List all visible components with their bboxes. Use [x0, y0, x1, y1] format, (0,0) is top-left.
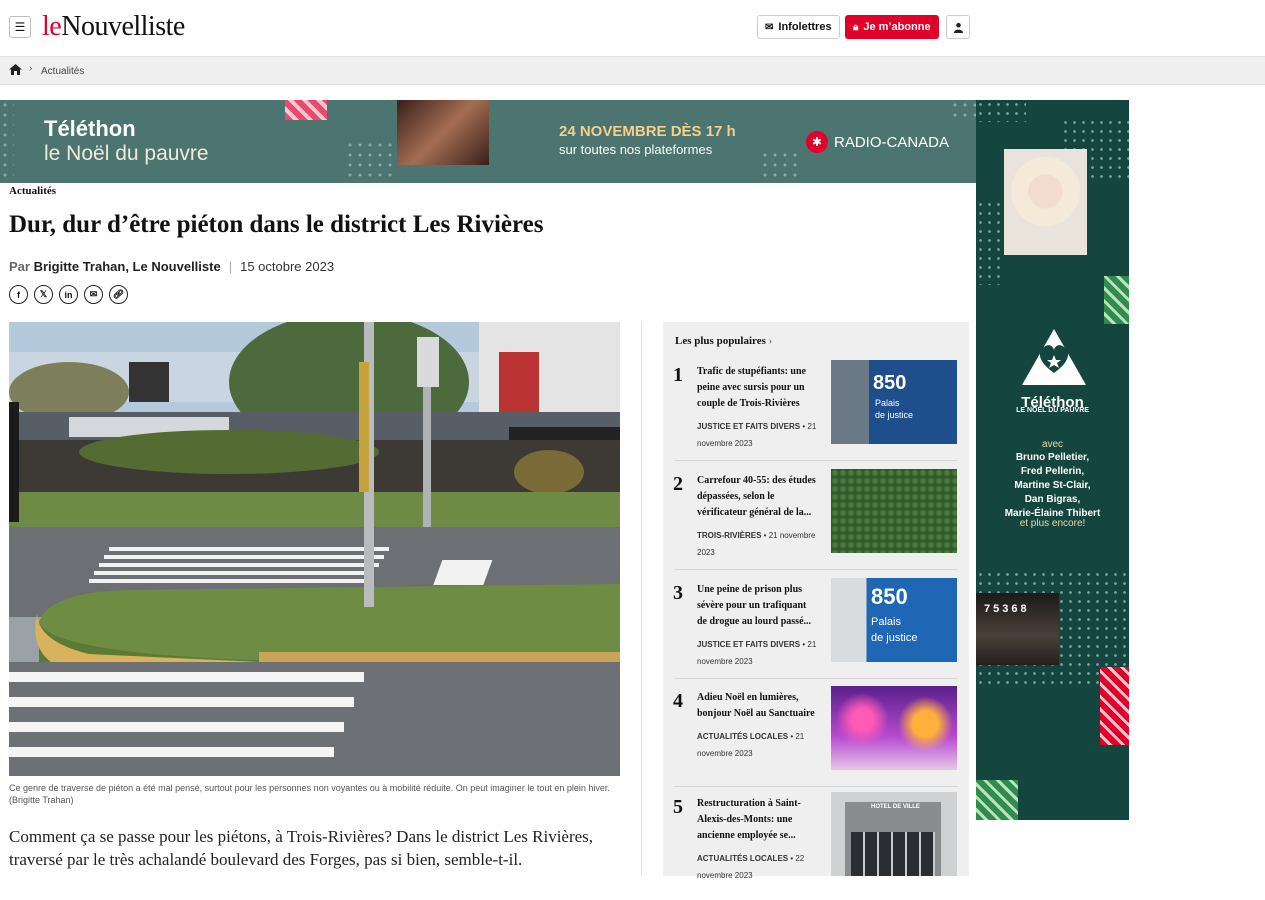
side-ad-more: et plus encore!: [1019, 518, 1086, 529]
photo-credit: (Brigitte Trahan): [9, 795, 74, 805]
ad-pattern: [345, 140, 395, 183]
ad-network: ✱ RADIO-CANADA: [806, 131, 949, 153]
chevron-right-icon: ›: [768, 335, 773, 347]
article-lede: Comment ça se passe pour les piétons, à …: [9, 827, 594, 869]
byline-prefix: Par: [9, 259, 30, 274]
envelope-icon: ✉: [765, 21, 774, 33]
ad-pattern: [760, 150, 800, 183]
popular-item-meta: ACTUALITÉS LOCALES • 22 novembre 2023: [697, 854, 805, 880]
column-divider: [641, 322, 642, 876]
email-icon[interactable]: ✉: [84, 285, 103, 304]
ad-subtitle: le Noël du pauvre: [44, 142, 209, 165]
item-divider: [675, 569, 957, 570]
popular-item-thumbnail[interactable]: 850 Palais de justice: [831, 360, 957, 444]
popular-item[interactable]: 1 Trafic de stupéfiants: une peine avec …: [663, 360, 969, 468]
popular-rank: 1: [673, 364, 683, 386]
popular-item-thumbnail[interactable]: [831, 469, 957, 553]
popular-item[interactable]: 3 Une peine de prison plus sévère pour u…: [663, 578, 969, 686]
byline: Par Brigitte Trahan, Le Nouvelliste | 15 o…: [9, 259, 334, 274]
ad-stripe: [1104, 276, 1129, 324]
popular-item[interactable]: 5 Restructuration à Saint-Alexis-des-Mon…: [663, 792, 969, 900]
side-ad[interactable]: Téléthon LE NOËL DU PAUVRE avec Bruno Pe…: [976, 100, 1129, 820]
site-header: ☰ leNouvelliste ✉ Infolettres 🔒︎ Je m’ab…: [0, 0, 1265, 57]
byline-divider: |: [228, 259, 233, 274]
popular-rank: 3: [673, 582, 683, 604]
item-divider: [675, 786, 957, 787]
popular-item-title[interactable]: Une peine de prison plus sévère pour un …: [697, 582, 817, 630]
site-logo[interactable]: leNouvelliste: [42, 11, 185, 43]
side-ad-subtitle: LE NOËL DU PAUVRE: [1016, 407, 1089, 414]
subscribe-label: Je m’abonne: [863, 21, 931, 33]
popular-rank: 5: [673, 796, 683, 818]
ad-stripe: [976, 780, 1018, 820]
ad-title: Téléthon: [44, 116, 136, 141]
link-icon[interactable]: 🔗︎: [109, 285, 128, 304]
item-divider: [675, 678, 957, 679]
popular-item-title[interactable]: Carrefour 40-55: des études dépassées, s…: [697, 473, 817, 521]
item-divider: [675, 460, 957, 461]
x-icon[interactable]: 𝕏: [34, 285, 53, 304]
ad-portrait: [1004, 149, 1087, 255]
ad-photo: [397, 100, 489, 165]
article-date: 15 octobre 2023: [240, 259, 335, 274]
popular-item-title[interactable]: Adieu Noël en lumières, bonjour Noël au …: [697, 690, 817, 722]
popular-item-meta: JUSTICE ET FAITS DIVERS • 21 novembre 20…: [697, 422, 817, 448]
newsletter-button[interactable]: ✉ Infolettres: [757, 15, 840, 39]
ad-platforms: sur toutes nos plateformes: [559, 142, 713, 157]
popular-heading[interactable]: Les plus populaires ›: [675, 335, 772, 347]
article-title: Dur, dur d’être piéton dans le district …: [9, 211, 544, 238]
article-photo: [9, 322, 620, 776]
ad-pattern: [976, 200, 1006, 285]
share-bar: f 𝕏 in ✉ 🔗︎: [9, 285, 128, 304]
ad-date: 24 NOVEMBRE DÈS 17 h: [559, 123, 736, 140]
popular-item-thumbnail[interactable]: 850 Palais de justice: [831, 578, 957, 662]
popular-item-title[interactable]: Restructuration à Saint-Alexis-des-Monts…: [697, 796, 817, 844]
user-icon[interactable]: [946, 15, 970, 39]
popular-item[interactable]: 2 Carrefour 40-55: des études dépassées,…: [663, 469, 969, 577]
ad-stripe: [1100, 667, 1129, 745]
popular-item-meta: ACTUALITÉS LOCALES • 21 novembre 2023: [697, 732, 805, 758]
telethon-logo-icon: [1022, 329, 1086, 385]
popular-item-meta: JUSTICE ET FAITS DIVERS • 21 novembre 20…: [697, 640, 817, 666]
subscribe-button[interactable]: 🔒︎ Je m’abonne: [845, 15, 939, 39]
ad-pattern: [976, 100, 1026, 122]
breadcrumb: › Actualités: [0, 57, 1265, 85]
breadcrumb-section[interactable]: Actualités: [41, 66, 84, 77]
popular-rank: 4: [673, 690, 683, 712]
top-ad-banner[interactable]: Téléthon le Noël du pauvre 24 NOVEMBRE D…: [0, 100, 976, 183]
popular-item-thumbnail[interactable]: HOTEL DE VILLE: [831, 792, 957, 876]
side-ad-avec: avec: [1041, 439, 1064, 450]
newsletter-label: Infolettres: [778, 21, 832, 33]
menu-icon[interactable]: ☰: [9, 16, 31, 38]
chevron-right-icon: ›: [29, 63, 33, 74]
ad-network-label: RADIO-CANADA: [834, 133, 950, 151]
popular-item-meta: TROIS-RIVIÈRES • 21 novembre 2023: [697, 531, 816, 557]
photo-caption: Ce genre de traverse de piéton a été mal…: [9, 783, 610, 805]
facebook-icon[interactable]: f: [9, 285, 28, 304]
byline-author[interactable]: Brigitte Trahan, Le Nouvelliste: [34, 259, 221, 274]
radio-canada-icon: ✱: [806, 131, 828, 153]
ad-pattern: [950, 100, 976, 122]
lock-icon: 🔒︎: [853, 21, 859, 33]
popular-rank: 2: [673, 473, 683, 495]
ad-stripe: [285, 100, 327, 120]
popular-item-thumbnail[interactable]: [831, 686, 957, 770]
article-section[interactable]: Actualités: [9, 185, 56, 197]
home-icon[interactable]: [9, 64, 22, 78]
side-ad-photo: 75368: [976, 593, 1059, 665]
ad-pattern: [0, 100, 14, 183]
linkedin-icon[interactable]: in: [59, 285, 78, 304]
popular-item-title[interactable]: Trafic de stupéfiants: une peine avec su…: [697, 364, 817, 412]
side-ad-names: Bruno Pelletier, Fred Pellerin, Martine …: [1004, 452, 1101, 519]
popular-item[interactable]: 4 Adieu Noël en lumières, bonjour Noël a…: [663, 686, 969, 794]
popular-panel: Les plus populaires › 1 Trafic de stupéf…: [663, 322, 969, 880]
